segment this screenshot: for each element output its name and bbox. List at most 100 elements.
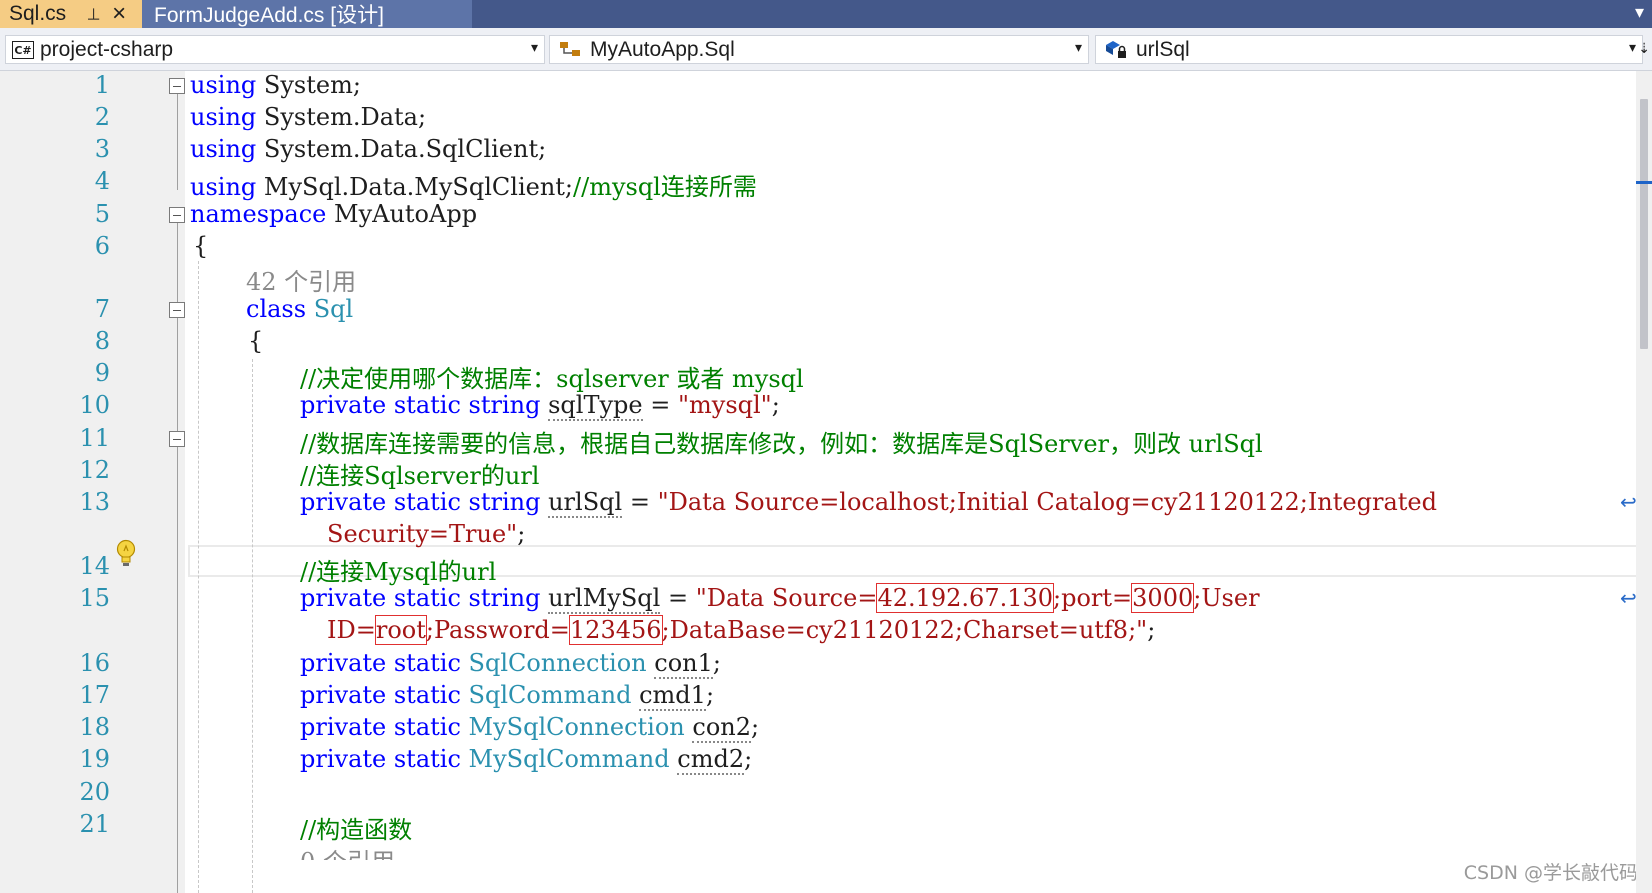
string-literal: Security=True" — [327, 520, 518, 548]
pin-icon[interactable]: ⊣ — [83, 7, 103, 21]
tab-formjudgeadd-design[interactable]: FormJudgeAdd.cs [设计] — [142, 0, 472, 28]
code-line-10: private static string sqlType = "mysql"; — [300, 391, 780, 421]
line-number: 4 — [94, 167, 110, 195]
type-name: Sql — [313, 295, 354, 323]
line-number: 15 — [79, 584, 110, 612]
identifier: urlMySql — [548, 584, 661, 614]
line-number: 20 — [79, 778, 110, 806]
codelens-label: 0 个引用 — [300, 848, 395, 860]
project-label: project-csharp — [40, 37, 174, 61]
highlighted-port: 3000 — [1131, 583, 1195, 613]
comment: //构造函数 — [300, 816, 413, 844]
code-text: MyAutoApp — [326, 200, 478, 228]
member-dropdown[interactable]: urlSql ▾ — [1095, 35, 1643, 64]
project-dropdown[interactable]: C# project-csharp ▾ — [5, 35, 545, 64]
brace: { — [248, 327, 264, 355]
operator: = — [642, 391, 678, 419]
code-line-13-wrapped: Security=True"; — [327, 520, 525, 548]
chevron-down-icon: ▾ — [530, 39, 538, 55]
string-literal: ID= — [327, 616, 376, 644]
identifier: urlSql — [548, 488, 623, 518]
code-editor[interactable]: 1 2 3 4 5 6 7 8 9 10 11 12 13 14 15 16 1… — [0, 71, 1652, 893]
codelens-references[interactable]: 42 个引用 — [246, 262, 356, 297]
string-literal: "mysql" — [677, 391, 772, 419]
code-line-21: //构造函数 — [300, 810, 412, 845]
line-number: 14 — [79, 552, 110, 580]
tab-sql-cs[interactable]: Sql.cs ⊣ × — [0, 0, 142, 28]
indicator-margin — [0, 71, 40, 893]
word-wrap-glyph-icon: ↩ — [1620, 492, 1637, 514]
code-line-11: //数据库连接需要的信息，根据自己数据库修改，例如：数据库是SqlServer，… — [300, 424, 1263, 459]
line-number: 13 — [79, 488, 110, 516]
keyword: namespace — [190, 200, 327, 228]
line-number: 18 — [79, 713, 110, 741]
identifier: con1 — [654, 649, 713, 679]
keyword: private static — [300, 649, 461, 677]
class-icon — [558, 40, 584, 60]
code-line-8: { — [248, 327, 263, 355]
watermark: CSDN @学长敲代码 — [1463, 862, 1638, 884]
tab-label: FormJudgeAdd.cs [设计] — [154, 4, 384, 27]
keyword: private static string — [300, 391, 541, 419]
string-literal: "Data Source= — [695, 584, 878, 612]
scrollbar-thumb[interactable] — [1640, 99, 1648, 349]
code-line-5: namespace MyAutoApp — [190, 200, 477, 228]
line-number: 8 — [94, 327, 110, 355]
type-name: MySqlConnection — [468, 713, 685, 741]
caret-position-marker — [1636, 181, 1652, 184]
comment: //连接Mysql的url — [300, 558, 497, 586]
string-literal: "Data Source=localhost;Initial Catalog=c… — [657, 488, 1437, 516]
collapse-toggle[interactable] — [169, 431, 185, 447]
string-literal: ;DataBase=cy21120122;Charset=utf8;" — [661, 616, 1148, 644]
collapse-toggle[interactable] — [169, 78, 185, 94]
line-number: 16 — [79, 649, 110, 677]
keyword: private static string — [300, 488, 541, 516]
line-number: 21 — [79, 810, 110, 838]
code-line-7: class Sql — [246, 295, 353, 323]
type-name: SqlCommand — [468, 681, 632, 709]
semicolon: ; — [771, 391, 780, 419]
highlighted-ip: 42.192.67.130 — [876, 583, 1055, 613]
collapse-toggle[interactable] — [169, 207, 185, 223]
chevron-down-icon[interactable]: ▾ — [1635, 2, 1644, 23]
code-line-14: //连接Mysql的url — [300, 552, 496, 587]
collapse-toggle[interactable] — [169, 302, 185, 318]
split-arrow-icon[interactable]: ⇣ — [1638, 40, 1650, 57]
line-number: 6 — [94, 232, 110, 260]
semicolon: ; — [751, 713, 760, 741]
line-number: 12 — [79, 456, 110, 484]
private-field-icon — [1104, 39, 1130, 61]
semicolon: ; — [1147, 616, 1156, 644]
string-literal: ;User — [1193, 584, 1260, 612]
class-dropdown[interactable]: MyAutoApp.Sql ▾ — [549, 35, 1089, 64]
line-number: 11 — [79, 424, 110, 452]
line-number: 1 — [94, 71, 110, 99]
code-line-6: { — [193, 232, 208, 260]
vertical-scrollbar[interactable] — [1636, 71, 1652, 893]
semicolon: ; — [744, 745, 753, 773]
operator: = — [622, 488, 658, 516]
semicolon: ; — [517, 520, 526, 548]
keyword: using — [190, 135, 257, 163]
line-number: 19 — [79, 745, 110, 773]
lightbulb-icon[interactable] — [116, 539, 136, 569]
document-tab-strip: Sql.cs ⊣ × FormJudgeAdd.cs [设计] ▾ — [0, 0, 1652, 28]
navigation-bar: C# project-csharp ▾ MyAutoApp.Sql ▾ urlS… — [0, 28, 1652, 71]
fold-guide — [177, 94, 178, 190]
code-line-3: using System.Data.SqlClient; — [190, 135, 546, 163]
comment: //连接Sqlserver的url — [300, 462, 540, 490]
code-line-4: using MySql.Data.MySqlClient;//mysql连接所需 — [190, 167, 757, 202]
comment: //决定使用哪个数据库：sqlserver 或者 mysql — [300, 365, 804, 393]
type-name: SqlConnection — [468, 649, 647, 677]
code-line-2: using System.Data; — [190, 103, 426, 131]
operator: = — [660, 584, 696, 612]
close-icon[interactable]: × — [112, 2, 126, 26]
codelens-references[interactable]: 0 个引用 — [300, 842, 395, 860]
member-label: urlSql — [1136, 37, 1190, 61]
chevron-down-icon: ▾ — [1628, 39, 1636, 55]
code-line-18: private static MySqlConnection con2; — [300, 713, 760, 743]
code-line-17: private static SqlCommand cmd1; — [300, 681, 715, 711]
identifier: sqlType — [548, 391, 643, 421]
semicolon: ; — [705, 681, 715, 709]
string-literal: ;port= — [1053, 584, 1133, 612]
